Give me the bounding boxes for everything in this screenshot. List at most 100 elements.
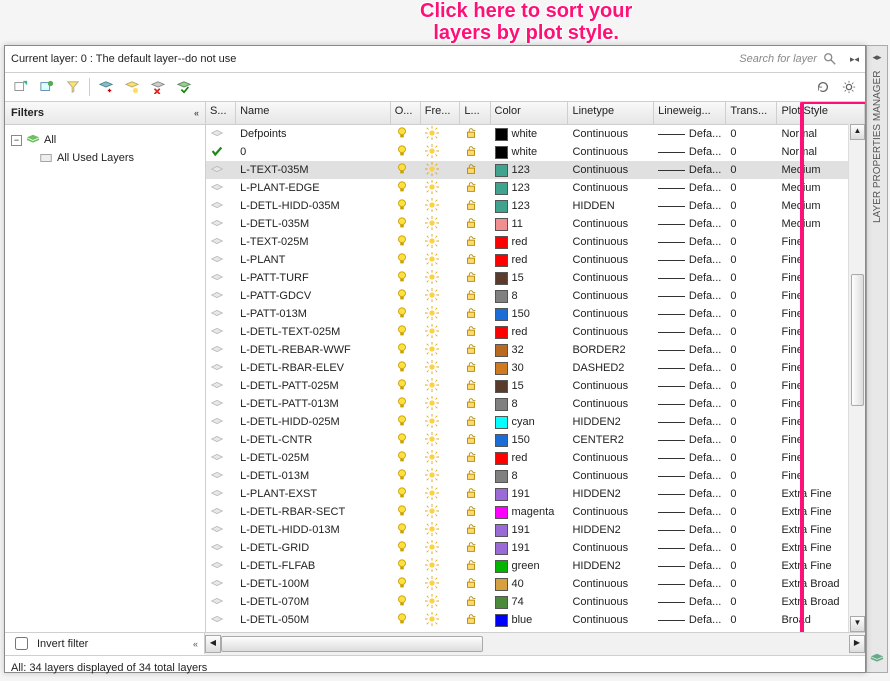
layer-linetype[interactable]: Continuous — [568, 326, 654, 338]
tree-toggle-icon[interactable]: − — [11, 135, 22, 146]
layer-linetype[interactable]: Continuous — [568, 254, 654, 266]
layer-linetype[interactable]: Continuous — [568, 308, 654, 320]
layer-transparency[interactable]: 0 — [726, 254, 777, 266]
layer-color[interactable]: white — [491, 128, 569, 141]
layer-transparency[interactable]: 0 — [726, 290, 777, 302]
hscroll-thumb[interactable] — [221, 636, 483, 652]
bulb-icon[interactable] — [395, 486, 409, 500]
lock-icon[interactable] — [464, 324, 478, 338]
layer-row[interactable]: L-DETL-070M74ContinuousDefa...0Extra Bro… — [206, 593, 865, 611]
layer-linetype[interactable]: BORDER2 — [568, 344, 654, 356]
lock-icon[interactable] — [464, 288, 478, 302]
layer-lineweight[interactable]: Defa... — [654, 524, 726, 536]
bulb-icon[interactable] — [395, 396, 409, 410]
layer-linetype[interactable]: Continuous — [568, 272, 654, 284]
layer-row[interactable]: L-DETL-HIDD-035M123HIDDENDefa...0Medium — [206, 197, 865, 215]
layer-linetype[interactable]: Continuous — [568, 380, 654, 392]
layer-states-button[interactable] — [63, 77, 83, 97]
sun-icon[interactable] — [425, 540, 439, 554]
bulb-icon[interactable] — [395, 144, 409, 158]
invert-collapse-icon[interactable]: « — [193, 639, 198, 649]
layer-lineweight[interactable]: Defa... — [654, 308, 726, 320]
scroll-left-icon[interactable]: ◀ — [205, 635, 221, 653]
header-lineweight[interactable]: Lineweig... — [654, 102, 726, 124]
layer-lineweight[interactable]: Defa... — [654, 236, 726, 248]
layer-color[interactable]: 191 — [491, 524, 569, 537]
layer-row[interactable]: L-DETL-025MredContinuousDefa...0Fine — [206, 449, 865, 467]
bulb-icon[interactable] — [395, 450, 409, 464]
layer-transparency[interactable]: 0 — [726, 380, 777, 392]
lock-icon[interactable] — [464, 216, 478, 230]
lock-icon[interactable] — [464, 558, 478, 572]
layer-color[interactable]: 150 — [491, 434, 569, 447]
layer-lineweight[interactable]: Defa... — [654, 146, 726, 158]
lock-icon[interactable] — [464, 342, 478, 356]
layer-lineweight[interactable]: Defa... — [654, 398, 726, 410]
layer-transparency[interactable]: 0 — [726, 272, 777, 284]
layer-transparency[interactable]: 0 — [726, 470, 777, 482]
layer-color[interactable]: 30 — [491, 362, 569, 375]
sun-icon[interactable] — [425, 432, 439, 446]
layer-transparency[interactable]: 0 — [726, 164, 777, 176]
lock-icon[interactable] — [464, 486, 478, 500]
layer-lineweight[interactable]: Defa... — [654, 254, 726, 266]
layer-linetype[interactable]: Continuous — [568, 236, 654, 248]
layer-lineweight[interactable]: Defa... — [654, 290, 726, 302]
panel-side-tab[interactable]: ◂▸ LAYER PROPERTIES MANAGER — [866, 45, 888, 673]
layer-transparency[interactable]: 0 — [726, 128, 777, 140]
layer-color[interactable]: 191 — [491, 488, 569, 501]
lock-icon[interactable] — [464, 180, 478, 194]
layer-color[interactable]: blue — [491, 614, 569, 627]
header-lock[interactable]: L... — [460, 102, 490, 124]
layer-linetype[interactable]: HIDDEN2 — [568, 560, 654, 572]
bulb-icon[interactable] — [395, 180, 409, 194]
layer-transparency[interactable]: 0 — [726, 560, 777, 572]
layer-lineweight[interactable]: Defa... — [654, 200, 726, 212]
layer-color[interactable]: red — [491, 254, 569, 267]
layer-linetype[interactable]: Continuous — [568, 542, 654, 554]
layer-linetype[interactable]: Continuous — [568, 470, 654, 482]
layer-linetype[interactable]: Continuous — [568, 128, 654, 140]
sun-icon[interactable] — [425, 612, 439, 626]
layer-lineweight[interactable]: Defa... — [654, 434, 726, 446]
sun-icon[interactable] — [425, 252, 439, 266]
sun-icon[interactable] — [425, 594, 439, 608]
layer-lineweight[interactable]: Defa... — [654, 416, 726, 428]
layer-color[interactable]: 150 — [491, 308, 569, 321]
layer-linetype[interactable]: Continuous — [568, 452, 654, 464]
lock-icon[interactable] — [464, 162, 478, 176]
layer-row[interactable]: DefpointswhiteContinuousDefa...0Normal — [206, 125, 865, 143]
layer-transparency[interactable]: 0 — [726, 146, 777, 158]
bulb-icon[interactable] — [395, 594, 409, 608]
bulb-icon[interactable] — [395, 414, 409, 428]
layer-transparency[interactable]: 0 — [726, 452, 777, 464]
layer-lineweight[interactable]: Defa... — [654, 272, 726, 284]
layer-color[interactable]: 40 — [491, 578, 569, 591]
bulb-icon[interactable] — [395, 252, 409, 266]
scroll-right-icon[interactable]: ▶ — [849, 635, 865, 653]
horizontal-scrollbar[interactable]: ◀ ▶ — [205, 632, 865, 655]
layer-lineweight[interactable]: Defa... — [654, 560, 726, 572]
layer-lineweight[interactable]: Defa... — [654, 326, 726, 338]
new-layer-button[interactable] — [96, 77, 116, 97]
sun-icon[interactable] — [425, 324, 439, 338]
layer-lineweight[interactable]: Defa... — [654, 128, 726, 140]
layer-lineweight[interactable]: Defa... — [654, 506, 726, 518]
layer-lineweight[interactable]: Defa... — [654, 542, 726, 554]
layer-lineweight[interactable]: Defa... — [654, 488, 726, 500]
layer-color[interactable]: white — [491, 146, 569, 159]
layer-row[interactable]: L-DETL-TEXT-025MredContinuousDefa...0Fin… — [206, 323, 865, 341]
layer-color[interactable]: red — [491, 326, 569, 339]
lock-icon[interactable] — [464, 396, 478, 410]
layer-lineweight[interactable]: Defa... — [654, 596, 726, 608]
lock-icon[interactable] — [464, 414, 478, 428]
layer-transparency[interactable]: 0 — [726, 506, 777, 518]
layer-linetype[interactable]: Continuous — [568, 398, 654, 410]
lock-icon[interactable] — [464, 378, 478, 392]
layer-transparency[interactable]: 0 — [726, 614, 777, 626]
layer-color[interactable]: 11 — [491, 218, 569, 231]
layer-transparency[interactable]: 0 — [726, 434, 777, 446]
sun-icon[interactable] — [425, 468, 439, 482]
layer-transparency[interactable]: 0 — [726, 578, 777, 590]
layer-row[interactable]: L-DETL-RBAR-ELEV30DASHED2Defa...0Fine — [206, 359, 865, 377]
